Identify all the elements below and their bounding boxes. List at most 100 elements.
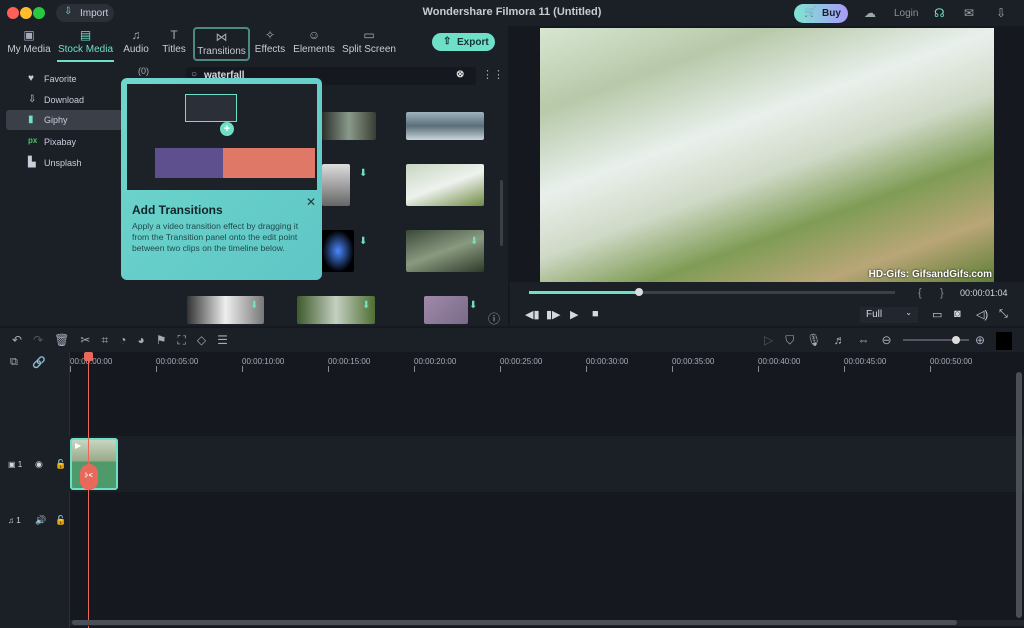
sidebar-item-download[interactable]: ⇩ Download <box>6 90 122 110</box>
mark-out-icon[interactable]: } <box>940 287 944 299</box>
help-icon[interactable]: ⓘ <box>488 310 500 327</box>
tab-stock-media[interactable]: ▤ Stock Media <box>57 28 114 62</box>
eye-icon[interactable]: ◉ <box>35 459 43 470</box>
media-thumbnail[interactable] <box>406 164 484 206</box>
stabilize-icon[interactable]: ⛶ <box>177 333 185 348</box>
download-icon[interactable]: ⬇ <box>469 300 477 311</box>
media-scrollbar[interactable] <box>500 180 503 246</box>
monitor-icon[interactable]: ▭ <box>932 308 942 321</box>
tab-audio[interactable]: ♫ Audio <box>120 28 152 55</box>
audio-mix-icon[interactable]: ♬ <box>833 333 845 348</box>
buy-label: Buy <box>822 8 841 19</box>
quality-select[interactable]: Full ⌄ <box>860 307 918 323</box>
color-icon[interactable]: ◕ <box>137 333 144 348</box>
grid-view-icon[interactable]: ⋮⋮ <box>482 68 504 81</box>
keyframe-icon[interactable]: ⚑ <box>156 333 167 348</box>
tab-label: Transitions <box>197 46 246 57</box>
fit-icon[interactable]: ⇔ <box>857 333 869 348</box>
tab-transitions[interactable]: ⋈ Transitions <box>193 27 250 61</box>
download-icon[interactable]: ⇩ <box>996 6 1006 20</box>
zoom-handle[interactable] <box>951 336 960 344</box>
playhead[interactable] <box>84 352 93 628</box>
marker-icon[interactable]: ⛉ <box>785 333 794 348</box>
cloud-icon[interactable]: ☁ <box>864 6 876 20</box>
download-icon[interactable]: ⬇ <box>250 300 258 311</box>
playhead-handle[interactable] <box>84 352 93 361</box>
media-thumbnail[interactable] <box>322 230 354 272</box>
stop-icon[interactable]: ■ <box>592 308 599 320</box>
text-icon: T <box>170 28 178 42</box>
download-icon[interactable]: ⬇ <box>362 300 370 311</box>
transition-drag-illustration <box>185 94 237 122</box>
sidebar-item-unsplash[interactable]: ▙ Unsplash <box>6 153 122 173</box>
export-icon: ⇧ <box>443 36 452 47</box>
media-thumbnail[interactable] <box>406 112 484 140</box>
download-icon[interactable]: ⬇ <box>359 168 367 179</box>
volume-icon[interactable]: ◁) <box>976 308 988 321</box>
delete-icon[interactable]: 🗑 <box>54 333 69 348</box>
download-icon[interactable]: ⬇ <box>470 236 478 247</box>
sidebar-item-giphy[interactable]: ▮ Giphy <box>6 110 122 130</box>
adjust-icon[interactable]: ☰ <box>217 333 228 348</box>
tab-my-media[interactable]: ▣ My Media <box>6 28 52 55</box>
media-thumbnail[interactable] <box>322 164 350 206</box>
vertical-scrollbar[interactable] <box>1016 372 1022 618</box>
export-button[interactable]: ⇧ Export <box>432 33 495 51</box>
horizontal-scrollbar[interactable] <box>70 620 1024 626</box>
transition-icon: ⋈ <box>215 30 228 44</box>
playback-progress[interactable] <box>529 288 895 296</box>
ruler-label: 00:00:20:00 <box>414 357 457 366</box>
zoom-slider[interactable] <box>903 336 969 344</box>
link-icon[interactable]: 🔗 <box>32 356 46 369</box>
lock-icon[interactable]: 🔓 <box>55 459 66 470</box>
play-icon[interactable]: ▶ <box>570 308 578 321</box>
tab-elements[interactable]: ☺ Elements <box>292 28 336 55</box>
media-thumbnail[interactable] <box>424 296 468 324</box>
tab-split-screen[interactable]: ▭ Split Screen <box>342 28 396 55</box>
playback-controls <box>510 282 1024 326</box>
video-preview: HD-Gifs: GifsandGifs.com <box>540 28 994 282</box>
close-popup-icon[interactable]: ✕ <box>306 195 316 209</box>
coach-title: Add Transitions <box>132 203 223 217</box>
next-frame-icon[interactable]: ▮▶ <box>546 308 561 321</box>
zoom-in-icon[interactable]: ⊕ <box>975 333 985 347</box>
tab-label: Effects <box>254 44 286 55</box>
sparkle-icon: ✧ <box>264 28 276 42</box>
media-thumbnail[interactable] <box>322 112 376 140</box>
login-link[interactable]: Login <box>894 8 918 19</box>
sidebar-label: Favorite <box>44 74 77 84</box>
camera-icon[interactable]: ◙ <box>954 308 961 320</box>
tab-effects[interactable]: ✧ Effects <box>253 28 287 55</box>
add-track-icon[interactable]: ⧉ <box>10 356 18 369</box>
heart-icon: ♥ <box>28 73 34 84</box>
zoom-out-icon[interactable]: ⊖ <box>881 333 891 348</box>
mask-icon[interactable]: ◇ <box>197 333 206 348</box>
clear-search-icon[interactable]: ⊗ <box>456 69 464 80</box>
tab-titles[interactable]: T Titles <box>158 28 190 55</box>
render-icon[interactable]: ▷ <box>764 333 773 348</box>
scrollbar-thumb[interactable] <box>72 620 957 625</box>
sidebar-item-pixabay[interactable]: px Pixabay <box>6 132 122 152</box>
headset-icon[interactable]: ☊ <box>934 6 945 20</box>
lock-icon[interactable]: 🔓 <box>55 515 66 526</box>
fullscreen-icon[interactable]: ⤡ <box>999 308 1008 321</box>
buy-button[interactable]: 🛒 Buy <box>794 4 848 23</box>
prev-frame-icon[interactable]: ◀▮ <box>525 308 540 321</box>
speaker-icon[interactable]: 🔊 <box>35 515 46 526</box>
ruler-tick <box>672 366 673 372</box>
mail-icon[interactable]: ✉ <box>964 6 974 20</box>
download-icon[interactable]: ⬇ <box>359 236 367 247</box>
crop-icon[interactable]: ⌗ <box>101 333 108 348</box>
sidebar-item-favorite[interactable]: ♥ Favorite <box>6 69 122 89</box>
mic-icon[interactable]: 🎙 <box>806 333 821 348</box>
scissors-icon[interactable]: ✂ <box>80 464 98 490</box>
audio-track-label: ♫ 1 <box>8 516 21 525</box>
undo-icon[interactable]: ↶ <box>12 333 22 348</box>
progress-handle[interactable] <box>634 288 643 296</box>
speed-icon[interactable]: ◔ <box>119 333 126 348</box>
mark-in-icon[interactable]: { <box>918 287 922 299</box>
cut-icon[interactable]: ✂ <box>80 333 90 348</box>
redo-icon[interactable]: ↷ <box>33 333 43 348</box>
sidebar-label: Unsplash <box>44 158 82 168</box>
audio-meter <box>996 332 1012 350</box>
